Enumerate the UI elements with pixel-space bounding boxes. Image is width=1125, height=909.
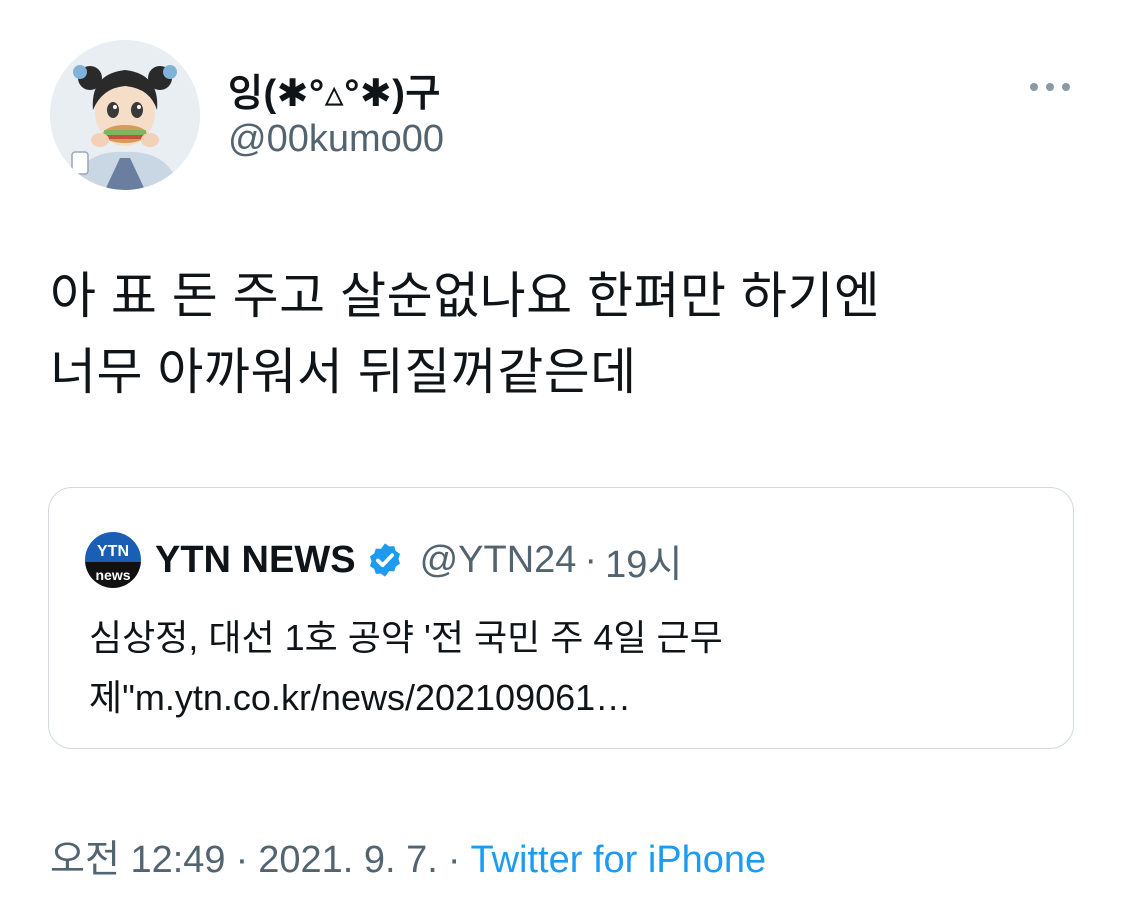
quoted-author-name[interactable]: YTN NEWS <box>155 539 356 582</box>
separator-dot: · <box>584 538 598 581</box>
anime-girl-avatar-icon <box>50 40 200 190</box>
quoted-author-handle[interactable]: @YTN24 <box>420 539 577 582</box>
separator-dot: · <box>235 839 249 881</box>
avatar[interactable] <box>50 40 200 190</box>
tweet-source-link[interactable]: Twitter for iPhone <box>470 839 766 881</box>
more-horizontal-icon[interactable] <box>1028 76 1072 98</box>
tweet-date[interactable]: 2021. 9. 7. <box>258 839 438 881</box>
verified-badge-icon <box>369 543 400 577</box>
tweet-time[interactable]: 오전 12:49 <box>50 839 226 881</box>
separator-dot: · <box>447 839 461 881</box>
author-display-name[interactable]: 잉(✱°▵°✱)구 <box>228 62 441 117</box>
ytn-logo-top: YTN <box>97 543 129 560</box>
ytn-logo-avatar: YTN news <box>85 532 141 588</box>
ytn-logo-bottom: news <box>95 567 130 583</box>
tweet-metadata: 오전 12:49 · 2021. 9. 7. · Twitter for iPhone <box>50 828 766 883</box>
quoted-tweet-header: YTN news YTN NEWS @YTN24 · 19시 <box>85 530 682 590</box>
author-handle[interactable]: @00kumo00 <box>228 118 444 161</box>
tweet-detail: 잉(✱°▵°✱)구 @00kumo00 아 표 돈 주고 살순없나요 한펴만 하… <box>0 0 1125 909</box>
quoted-tweet-time[interactable]: 19시 <box>605 533 682 588</box>
quoted-tweet-card[interactable]: YTN news YTN NEWS @YTN24 · 19시 심상정, 대선 1… <box>48 487 1074 749</box>
tweet-text: 아 표 돈 주고 살순없나요 한펴만 하기엔 너무 아까워서 뒤질꺼같은데 <box>50 268 881 400</box>
quoted-tweet-text: 심상정, 대선 1호 공약 '전 국민 주 4일 근무 제"m.ytn.co.k… <box>89 617 723 718</box>
